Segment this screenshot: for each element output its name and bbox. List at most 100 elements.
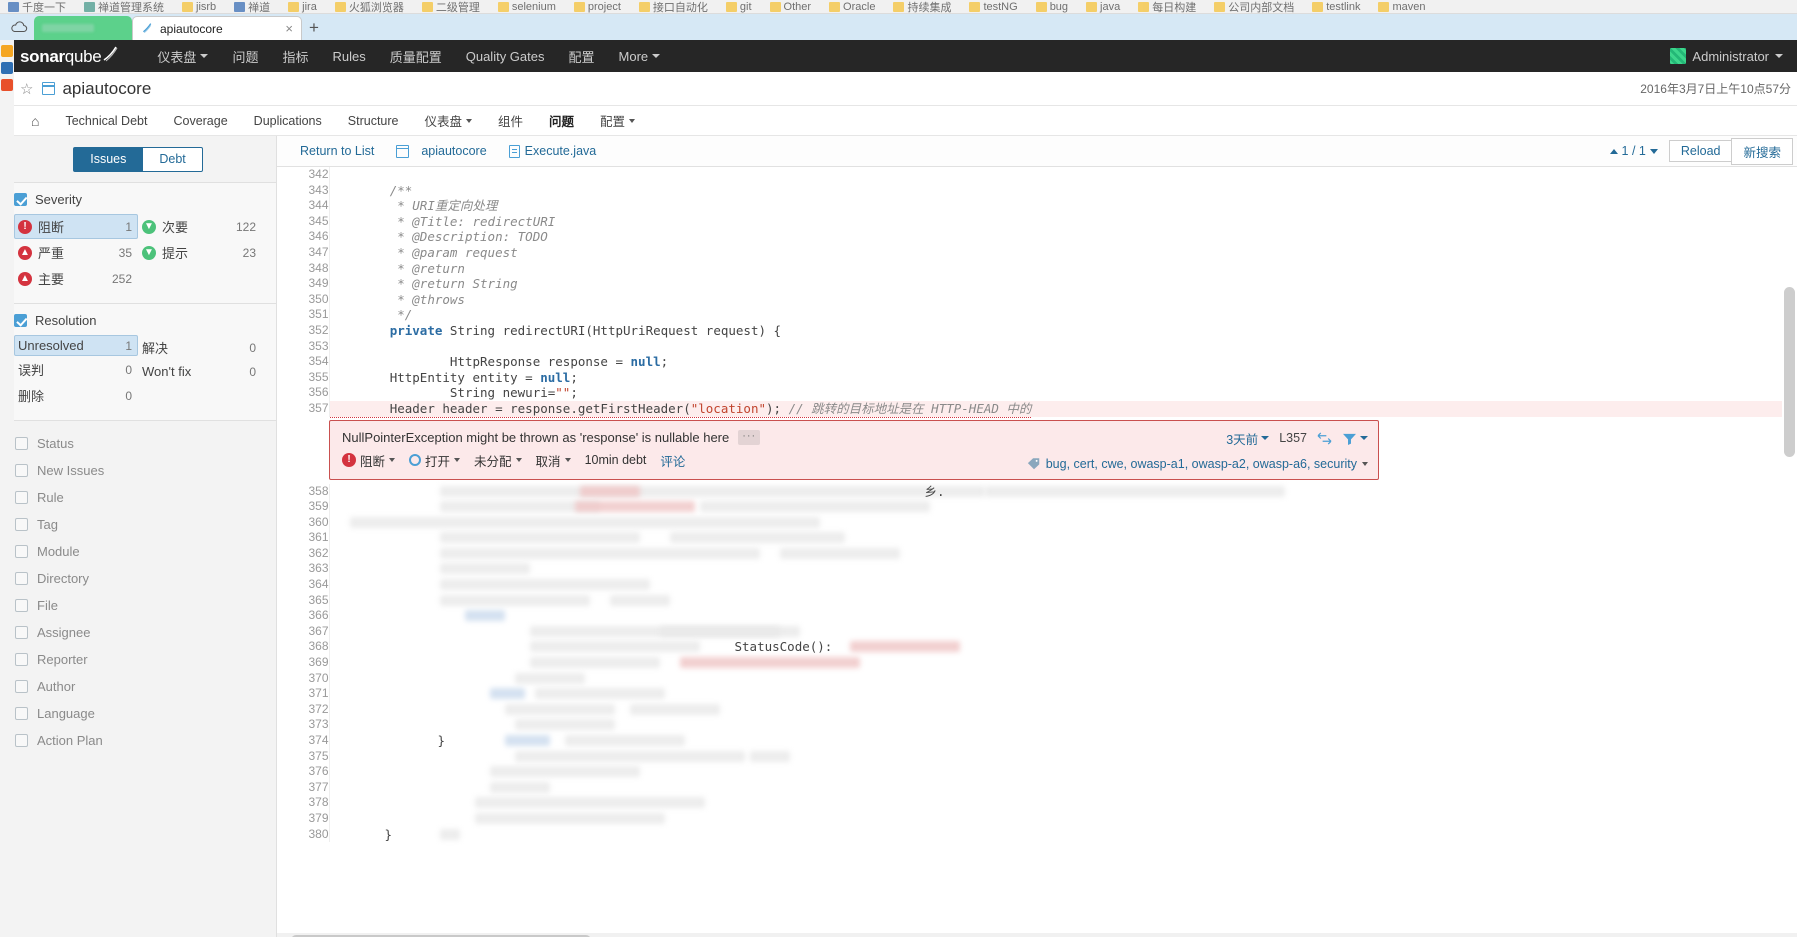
line-number[interactable]: 348 xyxy=(277,260,330,277)
facet-item-major[interactable]: ▲ 主要 252 xyxy=(14,266,138,291)
line-number[interactable]: 342 xyxy=(277,167,330,183)
rail-icon-3[interactable] xyxy=(1,79,13,91)
bookmark-item[interactable]: 持续集成 xyxy=(893,0,951,13)
sonarqube-logo[interactable]: sonar qube xyxy=(20,46,121,67)
user-menu[interactable]: Administrator xyxy=(1670,48,1783,64)
facet-status[interactable]: Status xyxy=(14,430,262,457)
chevron-up-icon[interactable] xyxy=(1609,148,1618,154)
facet-action-plan[interactable]: Action Plan xyxy=(14,727,262,754)
facet-item-wont-fix[interactable]: Won't fix 0 xyxy=(138,361,262,382)
line-number[interactable]: 351 xyxy=(277,307,330,323)
nav-item-settings[interactable]: 配置 xyxy=(557,40,607,72)
checkbox-icon[interactable] xyxy=(15,626,28,639)
line-number[interactable]: 368 xyxy=(277,639,330,656)
issue-age[interactable]: 3天前 xyxy=(1226,429,1270,448)
nav-item-issues[interactable]: 问题 xyxy=(220,40,270,72)
bookmark-item[interactable]: 禅道管理系统 xyxy=(84,0,164,13)
line-number[interactable]: 353 xyxy=(277,338,330,355)
facet-author[interactable]: Author xyxy=(14,673,262,700)
line-number[interactable]: 375 xyxy=(277,748,330,765)
chevron-down-icon[interactable] xyxy=(1649,148,1658,154)
checkbox-icon[interactable] xyxy=(15,572,28,585)
checkbox-icon[interactable] xyxy=(15,545,28,558)
line-number[interactable]: 347 xyxy=(277,244,330,261)
bookmark-item[interactable]: 火狐浏览器 xyxy=(334,0,404,13)
line-number[interactable]: 370 xyxy=(277,670,330,687)
facet-tag[interactable]: Tag xyxy=(14,511,262,538)
line-number[interactable]: 361 xyxy=(277,530,330,546)
tab-duplications[interactable]: Duplications xyxy=(241,106,335,136)
bookmark-item[interactable]: Oracle xyxy=(829,1,875,13)
bookmarks-bar[interactable]: 千度一下 禅道管理系统 jisrb 禅道 jira 火狐浏览器 二级管理 selenium pr… xyxy=(0,0,1797,14)
facet-resolution-header[interactable]: Resolution xyxy=(14,313,262,328)
horizontal-scrollbar[interactable] xyxy=(277,933,1797,937)
bookmark-item[interactable]: Other xyxy=(769,1,811,13)
facet-item-false-positive[interactable]: 误判 0 xyxy=(14,357,138,382)
reload-button[interactable]: Reload xyxy=(1668,140,1733,162)
checkbox-icon[interactable] xyxy=(15,599,28,612)
line-number[interactable]: 369 xyxy=(277,655,330,671)
issue-filter[interactable] xyxy=(1342,432,1368,445)
checkbox-icon[interactable] xyxy=(14,193,27,206)
tab-issues[interactable]: 问题 xyxy=(536,106,587,136)
bookmark-item[interactable]: testlink xyxy=(1312,1,1360,13)
facet-item-unresolved[interactable]: Unresolved 1 xyxy=(14,335,138,356)
facet-item-removed[interactable]: 删除 0 xyxy=(14,383,138,408)
nav-item-dashboard[interactable]: 仪表盘 xyxy=(145,40,220,72)
facet-assignee[interactable]: Assignee xyxy=(14,619,262,646)
facet-language[interactable]: Language xyxy=(14,700,262,727)
checkbox-icon[interactable] xyxy=(15,518,28,531)
line-number[interactable]: 345 xyxy=(277,213,330,230)
tab-technical-debt[interactable]: Technical Debt xyxy=(52,106,160,136)
new-tab-button[interactable]: + xyxy=(302,16,326,40)
line-number[interactable]: 344 xyxy=(277,198,330,214)
scrollbar-thumb[interactable] xyxy=(1784,287,1795,457)
checkbox-icon[interactable] xyxy=(15,707,28,720)
line-number[interactable]: 343 xyxy=(277,182,330,199)
facet-item-critical[interactable]: ▲ 严重 35 xyxy=(14,240,138,265)
tab-components[interactable]: 组件 xyxy=(485,106,536,136)
checkbox-icon[interactable] xyxy=(15,734,28,747)
changelog-icon[interactable] xyxy=(1317,432,1332,445)
browser-menu-icon[interactable] xyxy=(4,14,34,40)
bookmark-item[interactable]: maven xyxy=(1378,1,1426,13)
line-number[interactable]: 350 xyxy=(277,291,330,308)
line-number[interactable]: 357 xyxy=(277,400,330,417)
facet-directory[interactable]: Directory xyxy=(14,565,262,592)
line-number[interactable]: 352 xyxy=(277,322,330,339)
checkbox-icon[interactable] xyxy=(14,314,27,327)
facet-new-issues[interactable]: New Issues xyxy=(14,457,262,484)
browser-tab-active[interactable]: apiautocore × xyxy=(132,16,302,40)
breadcrumb-project[interactable]: apiautocore xyxy=(385,144,497,158)
line-number[interactable]: 349 xyxy=(277,276,330,292)
pager[interactable]: 1 / 1 xyxy=(1609,144,1670,158)
line-number[interactable]: 365 xyxy=(277,592,330,609)
facet-item-blocker[interactable]: ! 阻断 1 xyxy=(14,214,138,239)
bookmark-item[interactable]: selenium xyxy=(497,1,556,13)
line-number[interactable]: 380 xyxy=(277,826,330,843)
tab-dashboard[interactable]: 仪表盘 xyxy=(411,106,485,136)
bookmark-item[interactable]: 公司内部文档 xyxy=(1214,0,1294,13)
nav-item-quality-gates[interactable]: Quality Gates xyxy=(454,40,557,72)
line-number[interactable]: 362 xyxy=(277,545,330,562)
issue-comment-button[interactable]: 评论 xyxy=(660,451,699,470)
facet-item-minor[interactable]: ▼ 次要 122 xyxy=(138,214,262,239)
line-number[interactable]: 359 xyxy=(277,499,330,515)
issue-severity-selector[interactable]: ! 阻断 xyxy=(342,451,409,470)
line-number[interactable]: 379 xyxy=(277,810,330,827)
line-number[interactable]: 372 xyxy=(277,701,330,718)
checkbox-icon[interactable] xyxy=(15,464,28,477)
vertical-scrollbar[interactable] xyxy=(1782,167,1797,933)
line-number[interactable]: 376 xyxy=(277,764,330,780)
line-number[interactable]: 354 xyxy=(277,354,330,370)
line-number[interactable]: 373 xyxy=(277,717,330,733)
line-number[interactable]: 355 xyxy=(277,369,330,386)
facet-severity-header[interactable]: Severity xyxy=(14,192,262,207)
bookmark-item[interactable]: bug xyxy=(1035,1,1068,13)
source-viewer[interactable]: 342 343 /** 344 * URI重定向处理 345 * @Title: re… xyxy=(277,167,1797,933)
line-number[interactable]: 356 xyxy=(277,385,330,401)
rail-icon-1[interactable] xyxy=(1,45,13,57)
bookmark-item[interactable]: 二级管理 xyxy=(421,0,480,13)
line-number[interactable]: 367 xyxy=(277,623,330,640)
tab-settings[interactable]: 配置 xyxy=(587,106,648,136)
